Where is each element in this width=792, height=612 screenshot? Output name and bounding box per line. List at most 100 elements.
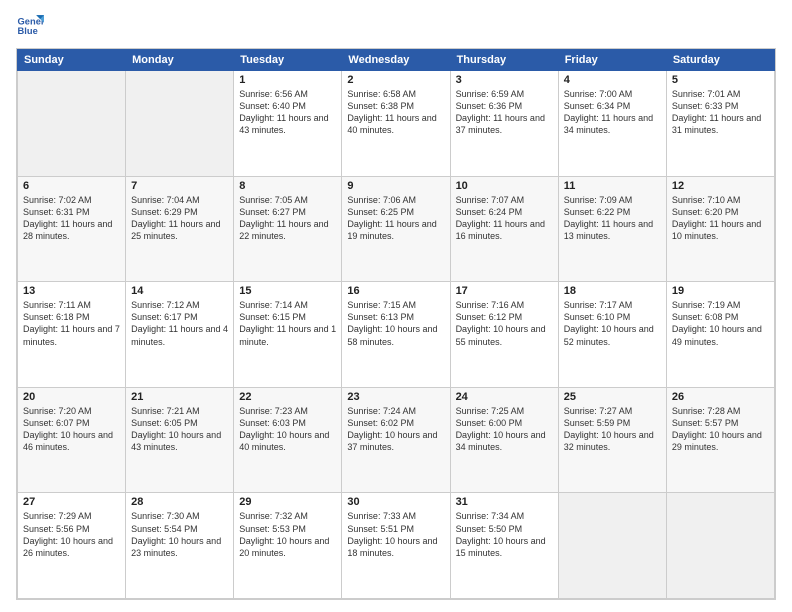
calendar-cell: 17 Sunrise: 7:16 AM Sunset: 6:12 PM Dayli… <box>450 282 558 388</box>
calendar-cell: 4 Sunrise: 7:00 AM Sunset: 6:34 PM Daylig… <box>558 71 666 177</box>
day-number: 13 <box>23 285 120 297</box>
calendar-cell: 3 Sunrise: 6:59 AM Sunset: 6:36 PM Daylig… <box>450 71 558 177</box>
cell-content: Sunrise: 7:19 AM Sunset: 6:08 PM Dayligh… <box>672 299 769 348</box>
calendar-week-row: 13 Sunrise: 7:11 AM Sunset: 6:18 PM Dayli… <box>18 282 775 388</box>
cell-content: Sunrise: 7:04 AM Sunset: 6:29 PM Dayligh… <box>131 194 228 243</box>
calendar-cell: 28Sunrise: 7:30 AM Sunset: 5:54 PM Dayli… <box>126 493 234 599</box>
calendar-cell: 7Sunrise: 7:04 AM Sunset: 6:29 PM Daylig… <box>126 176 234 282</box>
calendar-cell: 29 Sunrise: 7:32 AM Sunset: 5:53 PM Dayli… <box>234 493 342 599</box>
calendar-cell: 25 Sunrise: 7:27 AM Sunset: 5:59 PM Dayli… <box>558 387 666 493</box>
weekday-cell: Thursday <box>450 50 558 71</box>
calendar-week-row: 20 Sunrise: 7:20 AM Sunset: 6:07 PM Dayli… <box>18 387 775 493</box>
logo: General Blue <box>16 12 44 40</box>
cell-content: Sunrise: 7:33 AM Sunset: 5:51 PM Dayligh… <box>347 510 444 559</box>
cell-content: Sunrise: 7:24 AM Sunset: 6:02 PM Dayligh… <box>347 405 444 454</box>
calendar-cell: 1 Sunrise: 6:56 AM Sunset: 6:40 PM Daylig… <box>234 71 342 177</box>
weekday-cell: Wednesday <box>342 50 450 71</box>
day-number: 3 <box>456 74 553 86</box>
day-number: 2 <box>347 74 444 86</box>
weekday-cell: Sunday <box>18 50 126 71</box>
day-number: 8 <box>239 180 336 192</box>
cell-content: Sunrise: 7:12 AM Sunset: 6:17 PM Dayligh… <box>131 299 228 348</box>
cell-content: Sunrise: 6:58 AM Sunset: 6:38 PM Dayligh… <box>347 88 444 137</box>
cell-content: Sunrise: 7:15 AM Sunset: 6:13 PM Dayligh… <box>347 299 444 348</box>
calendar-cell: 31 Sunrise: 7:34 AM Sunset: 5:50 PM Dayli… <box>450 493 558 599</box>
page-header: General Blue <box>16 12 776 40</box>
calendar-cell: 13 Sunrise: 7:11 AM Sunset: 6:18 PM Dayli… <box>18 282 126 388</box>
cell-content: Sunrise: 6:56 AM Sunset: 6:40 PM Dayligh… <box>239 88 336 137</box>
cell-content: Sunrise: 7:07 AM Sunset: 6:24 PM Dayligh… <box>456 194 553 243</box>
calendar-cell: 21Sunrise: 7:21 AM Sunset: 6:05 PM Dayli… <box>126 387 234 493</box>
day-number: 23 <box>347 391 444 403</box>
calendar-week-row: 27 Sunrise: 7:29 AM Sunset: 5:56 PM Dayli… <box>18 493 775 599</box>
day-number: 15 <box>239 285 336 297</box>
calendar-cell: 16 Sunrise: 7:15 AM Sunset: 6:13 PM Dayli… <box>342 282 450 388</box>
day-number: 11 <box>564 180 661 192</box>
cell-content: Sunrise: 7:27 AM Sunset: 5:59 PM Dayligh… <box>564 405 661 454</box>
cell-content: Sunrise: 7:30 AM Sunset: 5:54 PM Dayligh… <box>131 510 228 559</box>
cell-content: Sunrise: 7:16 AM Sunset: 6:12 PM Dayligh… <box>456 299 553 348</box>
calendar-cell: 27 Sunrise: 7:29 AM Sunset: 5:56 PM Dayli… <box>18 493 126 599</box>
cell-content: Sunrise: 7:25 AM Sunset: 6:00 PM Dayligh… <box>456 405 553 454</box>
calendar-cell: 20 Sunrise: 7:20 AM Sunset: 6:07 PM Dayli… <box>18 387 126 493</box>
cell-content: Sunrise: 7:17 AM Sunset: 6:10 PM Dayligh… <box>564 299 661 348</box>
day-number: 25 <box>564 391 661 403</box>
cell-content: Sunrise: 7:10 AM Sunset: 6:20 PM Dayligh… <box>672 194 769 243</box>
calendar-cell: 10 Sunrise: 7:07 AM Sunset: 6:24 PM Dayli… <box>450 176 558 282</box>
calendar-cell: 12 Sunrise: 7:10 AM Sunset: 6:20 PM Dayli… <box>666 176 774 282</box>
calendar-cell: 15 Sunrise: 7:14 AM Sunset: 6:15 PM Dayli… <box>234 282 342 388</box>
cell-content: Sunrise: 7:02 AM Sunset: 6:31 PM Dayligh… <box>23 194 120 243</box>
calendar-cell: 19Sunrise: 7:19 AM Sunset: 6:08 PM Dayli… <box>666 282 774 388</box>
cell-content: Sunrise: 7:00 AM Sunset: 6:34 PM Dayligh… <box>564 88 661 137</box>
cell-content: Sunrise: 7:14 AM Sunset: 6:15 PM Dayligh… <box>239 299 336 348</box>
calendar-cell <box>126 71 234 177</box>
weekday-cell: Tuesday <box>234 50 342 71</box>
cell-content: Sunrise: 7:32 AM Sunset: 5:53 PM Dayligh… <box>239 510 336 559</box>
cell-content: Sunrise: 7:11 AM Sunset: 6:18 PM Dayligh… <box>23 299 120 348</box>
cell-content: Sunrise: 7:05 AM Sunset: 6:27 PM Dayligh… <box>239 194 336 243</box>
weekday-cell: Friday <box>558 50 666 71</box>
calendar-week-row: 6 Sunrise: 7:02 AM Sunset: 6:31 PM Daylig… <box>18 176 775 282</box>
day-number: 4 <box>564 74 661 86</box>
calendar-cell: 2 Sunrise: 6:58 AM Sunset: 6:38 PM Daylig… <box>342 71 450 177</box>
day-number: 5 <box>672 74 769 86</box>
day-number: 6 <box>23 180 120 192</box>
calendar-cell: 18 Sunrise: 7:17 AM Sunset: 6:10 PM Dayli… <box>558 282 666 388</box>
cell-content: Sunrise: 7:21 AM Sunset: 6:05 PM Dayligh… <box>131 405 228 454</box>
day-number: 9 <box>347 180 444 192</box>
calendar-cell <box>666 493 774 599</box>
day-number: 10 <box>456 180 553 192</box>
svg-text:Blue: Blue <box>18 26 38 36</box>
day-number: 22 <box>239 391 336 403</box>
calendar-week-row: 1 Sunrise: 6:56 AM Sunset: 6:40 PM Daylig… <box>18 71 775 177</box>
cell-content: Sunrise: 7:23 AM Sunset: 6:03 PM Dayligh… <box>239 405 336 454</box>
day-number: 18 <box>564 285 661 297</box>
calendar-cell <box>18 71 126 177</box>
day-number: 16 <box>347 285 444 297</box>
cell-content: Sunrise: 7:34 AM Sunset: 5:50 PM Dayligh… <box>456 510 553 559</box>
calendar-cell: 26 Sunrise: 7:28 AM Sunset: 5:57 PM Dayli… <box>666 387 774 493</box>
weekday-header: SundayMondayTuesdayWednesdayThursdayFrid… <box>18 50 775 71</box>
weekday-cell: Monday <box>126 50 234 71</box>
cell-content: Sunrise: 6:59 AM Sunset: 6:36 PM Dayligh… <box>456 88 553 137</box>
day-number: 29 <box>239 496 336 508</box>
day-number: 12 <box>672 180 769 192</box>
day-number: 30 <box>347 496 444 508</box>
cell-content: Sunrise: 7:20 AM Sunset: 6:07 PM Dayligh… <box>23 405 120 454</box>
day-number: 1 <box>239 74 336 86</box>
calendar-cell: 24 Sunrise: 7:25 AM Sunset: 6:00 PM Dayli… <box>450 387 558 493</box>
cell-content: Sunrise: 7:01 AM Sunset: 6:33 PM Dayligh… <box>672 88 769 137</box>
day-number: 14 <box>131 285 228 297</box>
day-number: 27 <box>23 496 120 508</box>
day-number: 17 <box>456 285 553 297</box>
day-number: 31 <box>456 496 553 508</box>
day-number: 24 <box>456 391 553 403</box>
cell-content: Sunrise: 7:28 AM Sunset: 5:57 PM Dayligh… <box>672 405 769 454</box>
day-number: 20 <box>23 391 120 403</box>
calendar-cell <box>558 493 666 599</box>
calendar-cell: 14 Sunrise: 7:12 AM Sunset: 6:17 PM Dayli… <box>126 282 234 388</box>
cell-content: Sunrise: 7:29 AM Sunset: 5:56 PM Dayligh… <box>23 510 120 559</box>
day-number: 26 <box>672 391 769 403</box>
calendar-cell: 11Sunrise: 7:09 AM Sunset: 6:22 PM Dayli… <box>558 176 666 282</box>
weekday-cell: Saturday <box>666 50 774 71</box>
